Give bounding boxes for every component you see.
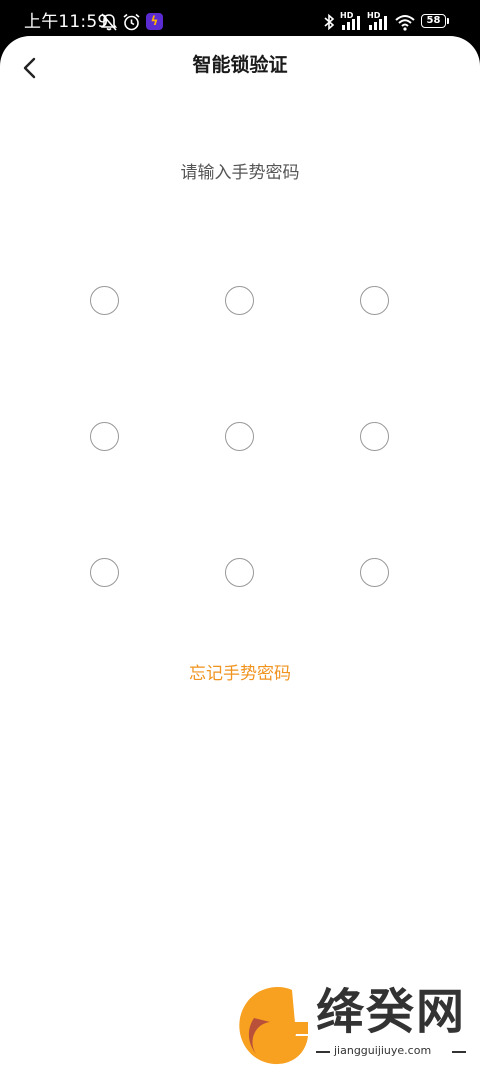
gesture-dot-2[interactable] (225, 286, 254, 315)
status-time: 上午11:59 (24, 12, 109, 32)
gesture-dot-3[interactable] (360, 286, 389, 315)
gesture-dot-5[interactable] (225, 422, 254, 451)
forgot-gesture-link[interactable]: 忘记手势密码 (0, 662, 480, 686)
gesture-dot-7[interactable] (90, 558, 119, 587)
mute-bell-icon (100, 13, 118, 31)
watermark: 绛癸网 jiangguijiuye.com (234, 984, 480, 1067)
app-icon: ϟ (146, 13, 163, 30)
battery-tip (447, 18, 449, 24)
gesture-dot-9[interactable] (360, 558, 389, 587)
gesture-dot-8[interactable] (225, 558, 254, 587)
watermark-line-right (452, 1051, 466, 1053)
watermark-brand: 绛癸网 (316, 984, 467, 1040)
alarm-icon (123, 13, 140, 31)
bluetooth-icon (324, 13, 335, 31)
battery-icon: 58 (421, 14, 446, 28)
main-card: 智能锁验证 请输入手势密码 忘记手势密码 (0, 36, 480, 1067)
screen: 上午11:59 ϟ HD HD 58 智能锁验证 请输入手势密码 忘记手势密码 … (0, 0, 480, 1067)
wifi-icon (395, 15, 415, 31)
signal-icon (342, 16, 360, 30)
watermark-line-left (316, 1051, 330, 1053)
gesture-dot-1[interactable] (90, 286, 119, 315)
watermark-url: jiangguijiuye.com (334, 1044, 432, 1057)
logo-icon (239, 987, 308, 1065)
gesture-dot-4[interactable] (90, 422, 119, 451)
signal-icon (369, 16, 387, 30)
gesture-dot-6[interactable] (360, 422, 389, 451)
gesture-prompt: 请输入手势密码 (180, 163, 300, 183)
page-title: 智能锁验证 (192, 54, 288, 76)
